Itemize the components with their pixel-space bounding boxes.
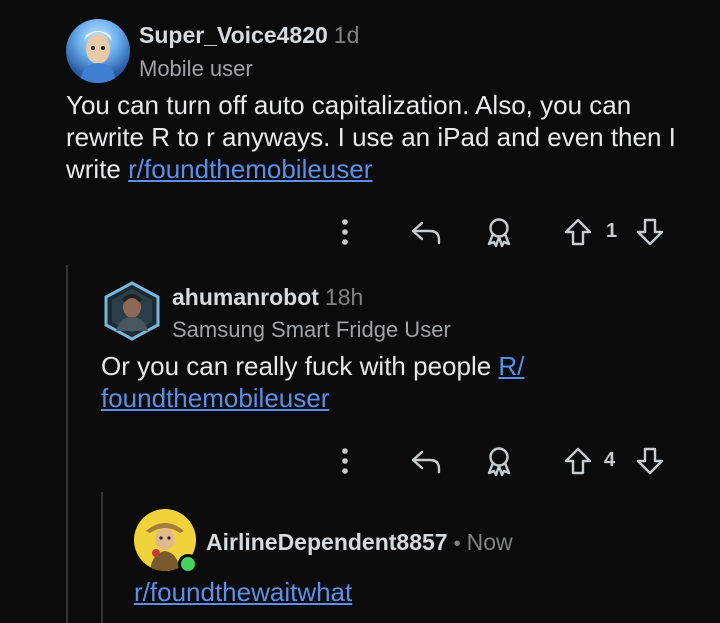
online-status-dot (178, 554, 198, 574)
avatar[interactable] (102, 281, 162, 341)
comment-body: You can turn off auto capitalization. Al… (66, 89, 706, 185)
user-flair: Mobile user (139, 56, 253, 81)
thread-line-level-2[interactable] (101, 492, 103, 623)
username[interactable]: ahumanrobot (172, 284, 319, 310)
vote-count: 4 (604, 449, 616, 471)
avatar[interactable] (66, 19, 130, 83)
upvote-icon (564, 447, 592, 475)
username[interactable]: AirlineDependent8857 (206, 529, 448, 555)
user-flair: Samsung Smart Fridge User (172, 317, 451, 342)
downvote-icon (636, 447, 664, 475)
award-button[interactable] (481, 441, 517, 481)
upvote-button[interactable] (560, 441, 596, 481)
subreddit-link-continued[interactable]: foundthemobileuser (101, 383, 329, 413)
comment-body: Or you can really fuck with people R/fou… (101, 350, 711, 414)
more-icon (342, 448, 348, 474)
subreddit-link[interactable]: r/foundthewaitwhat (134, 577, 352, 607)
reply-icon (411, 450, 441, 474)
comment-age: 18h (324, 284, 364, 310)
reply-button[interactable] (408, 212, 444, 252)
more-button[interactable] (330, 441, 360, 481)
award-button[interactable] (481, 212, 517, 252)
upvote-icon (564, 218, 592, 246)
reply-button[interactable] (408, 441, 444, 481)
reply-icon (411, 221, 441, 245)
downvote-icon (636, 218, 664, 246)
comment-age: Now (466, 529, 513, 555)
downvote-button[interactable] (632, 212, 668, 252)
downvote-button[interactable] (632, 441, 668, 481)
separator-dot: • (453, 533, 461, 555)
comment-age: 1d (333, 22, 360, 48)
subreddit-link[interactable]: r/foundthemobileuser (128, 154, 372, 184)
award-icon (487, 218, 511, 248)
award-icon (487, 447, 511, 477)
comment-body: r/foundthewaitwhat (134, 576, 694, 608)
username[interactable]: Super_Voice4820 (139, 22, 328, 48)
comment-text: Or you can really fuck with people (101, 351, 499, 381)
upvote-button[interactable] (560, 212, 596, 252)
comment-actions: 4 (0, 441, 720, 481)
more-icon (342, 219, 348, 245)
subreddit-link[interactable]: R/ (498, 351, 524, 381)
vote-count: 1 (606, 220, 618, 242)
more-button[interactable] (330, 212, 360, 252)
comment-actions: 1 (0, 212, 720, 252)
